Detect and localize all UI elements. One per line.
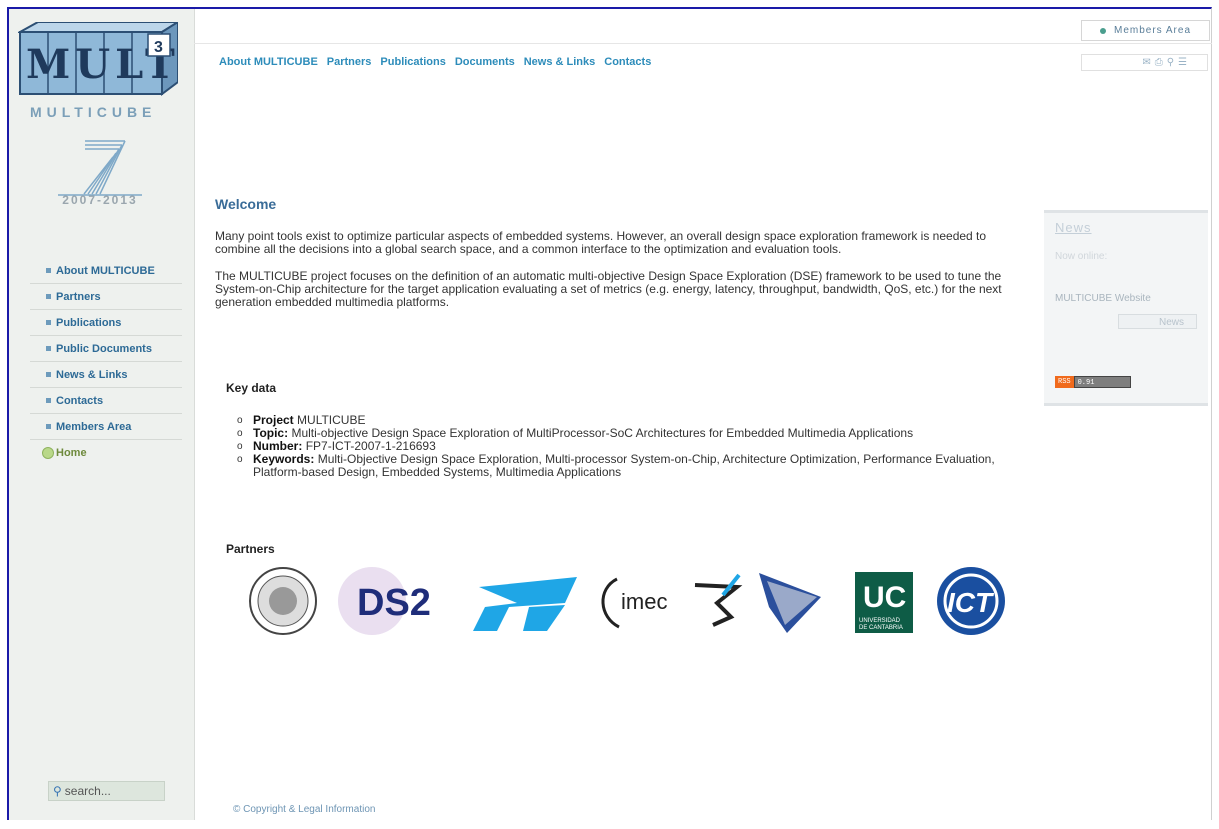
uc-logo[interactable]: UC UNIVERSIDAD DE CANTABRIA [855, 572, 913, 633]
news-button[interactable]: News [1118, 314, 1197, 329]
bullet-icon [46, 398, 51, 403]
list-item: Keywords: Multi-Objective Design Space E… [237, 453, 1017, 479]
top-nav: About MULTICUBE Partners Publications Do… [219, 56, 651, 68]
svg-text:DS2: DS2 [357, 582, 431, 624]
key-label: Project [253, 413, 294, 427]
logo-caption: MULTICUBE [30, 104, 157, 120]
key-data-list: Project MULTICUBE Topic: Multi-objective… [237, 414, 1017, 479]
multicube-logo[interactable]: MULTI 3 [18, 22, 178, 102]
sidebar-item-home[interactable]: Home [30, 440, 182, 465]
ds2-logo[interactable]: DS2 [338, 567, 431, 635]
ict-logo[interactable]: ICT [937, 567, 1005, 635]
sidebar-item-label: Publications [56, 316, 122, 329]
partner-emblem-logo[interactable] [694, 573, 743, 627]
rss-label: RSS [1055, 376, 1074, 388]
members-icon [1099, 27, 1106, 34]
sidebar: MULTI 3 MULTICUBE 2007-2013 About MULTIC… [9, 9, 195, 820]
fp7-logo [58, 140, 142, 196]
page-title: Welcome [215, 196, 277, 212]
topnav-partners[interactable]: Partners [327, 56, 372, 68]
sidebar-item-label: Home [56, 446, 87, 459]
bullet-icon [46, 372, 51, 377]
sidebar-item-label: News & Links [56, 368, 128, 381]
key-label: Topic: [253, 426, 289, 440]
news-online-text: Now online: [1055, 251, 1108, 262]
key-value: FP7-ICT-2007-1-216693 [305, 439, 436, 453]
sidebar-item-public-documents[interactable]: Public Documents [30, 336, 182, 362]
main-content: Welcome Many point tools exist to optimi… [215, 196, 1025, 323]
svg-text:imec: imec [621, 589, 667, 614]
key-value: MULTICUBE [297, 413, 366, 427]
news-panel: News Now online: MULTICUBE Website News … [1044, 210, 1208, 406]
partner-wing-logo[interactable] [759, 573, 821, 633]
logo-superscript: 3 [154, 39, 163, 56]
sidebar-item-label: Contacts [56, 394, 104, 407]
key-data-heading: Key data [226, 381, 277, 395]
bullet-icon [46, 424, 51, 429]
mail-icon[interactable]: ✉ [1142, 57, 1150, 68]
key-label: Keywords: [253, 452, 315, 466]
bullet-icon [46, 320, 51, 325]
sidebar-item-contacts[interactable]: Contacts [30, 388, 182, 414]
sidebar-item-partners[interactable]: Partners [30, 284, 182, 310]
bullet-icon [46, 268, 51, 273]
sidebar-item-label: Public Documents [56, 342, 152, 355]
key-value: Multi-objective Design Space Exploration… [291, 426, 914, 440]
svg-text:DE CANTABRIA: DE CANTABRIA [859, 625, 903, 631]
key-label: Number: [253, 439, 303, 453]
news-site-text: MULTICUBE Website [1055, 293, 1151, 304]
sidebar-item-label: Members Area [56, 420, 132, 433]
topnav-documents[interactable]: Documents [455, 56, 515, 68]
copyright-link[interactable]: © Copyright & Legal Information [233, 804, 375, 815]
svg-text:UNIVERSIDAD: UNIVERSIDAD [859, 618, 901, 624]
sitemap-icon[interactable]: ☰ [1178, 57, 1187, 68]
header-divider [194, 43, 1212, 44]
search-icon: ⚲ [53, 784, 62, 798]
page-tools: ✉ ⎙ ⚲ ☰ [1081, 54, 1208, 71]
key-value: Multi-Objective Design Space Exploration… [253, 452, 995, 479]
polimi-logo[interactable] [249, 567, 317, 635]
svg-text:UC: UC [863, 581, 906, 614]
members-area-button[interactable]: Members Area [1081, 20, 1210, 41]
sidebar-item-news-links[interactable]: News & Links [30, 362, 182, 388]
search-input[interactable]: search... [65, 784, 111, 798]
bullet-icon [46, 346, 51, 351]
topnav-about[interactable]: About MULTICUBE [219, 56, 318, 68]
project-paragraph: The MULTICUBE project focuses on the def… [215, 269, 1002, 309]
news-title[interactable]: News [1055, 220, 1092, 235]
st-logo[interactable] [473, 577, 577, 631]
sidebar-item-about[interactable]: About MULTICUBE [30, 258, 182, 284]
sidebar-item-publications[interactable]: Publications [30, 310, 182, 336]
search-box[interactable]: ⚲ search... [48, 781, 165, 801]
topnav-contacts[interactable]: Contacts [604, 56, 651, 68]
partners-heading: Partners [226, 542, 275, 556]
sidebar-item-label: About MULTICUBE [56, 264, 155, 277]
home-bullet-icon [42, 446, 54, 459]
search-icon[interactable]: ⚲ [1167, 57, 1174, 68]
topnav-news-links[interactable]: News & Links [524, 56, 596, 68]
intro-paragraph: Many point tools exist to optimize parti… [215, 229, 987, 256]
topnav-publications[interactable]: Publications [380, 56, 445, 68]
imec-logo[interactable]: imec [601, 577, 667, 629]
rss-badge[interactable]: RSS 0.91 [1055, 376, 1131, 388]
partner-logos: DS2 imec UC UNIVERSIDAD DE CANTABRIA ICT [249, 567, 1005, 635]
svg-text:ICT: ICT [947, 587, 995, 618]
sidebar-item-members-area[interactable]: Members Area [30, 414, 182, 440]
members-area-label: Members Area [1113, 25, 1192, 36]
rss-version: 0.91 [1073, 376, 1131, 388]
print-icon[interactable]: ⎙ [1155, 57, 1163, 68]
fp7-years: 2007-2013 [62, 193, 138, 207]
sidebar-item-label: Partners [56, 290, 101, 303]
bullet-icon [46, 294, 51, 299]
sidebar-nav: About MULTICUBE Partners Publications Pu… [30, 258, 182, 465]
